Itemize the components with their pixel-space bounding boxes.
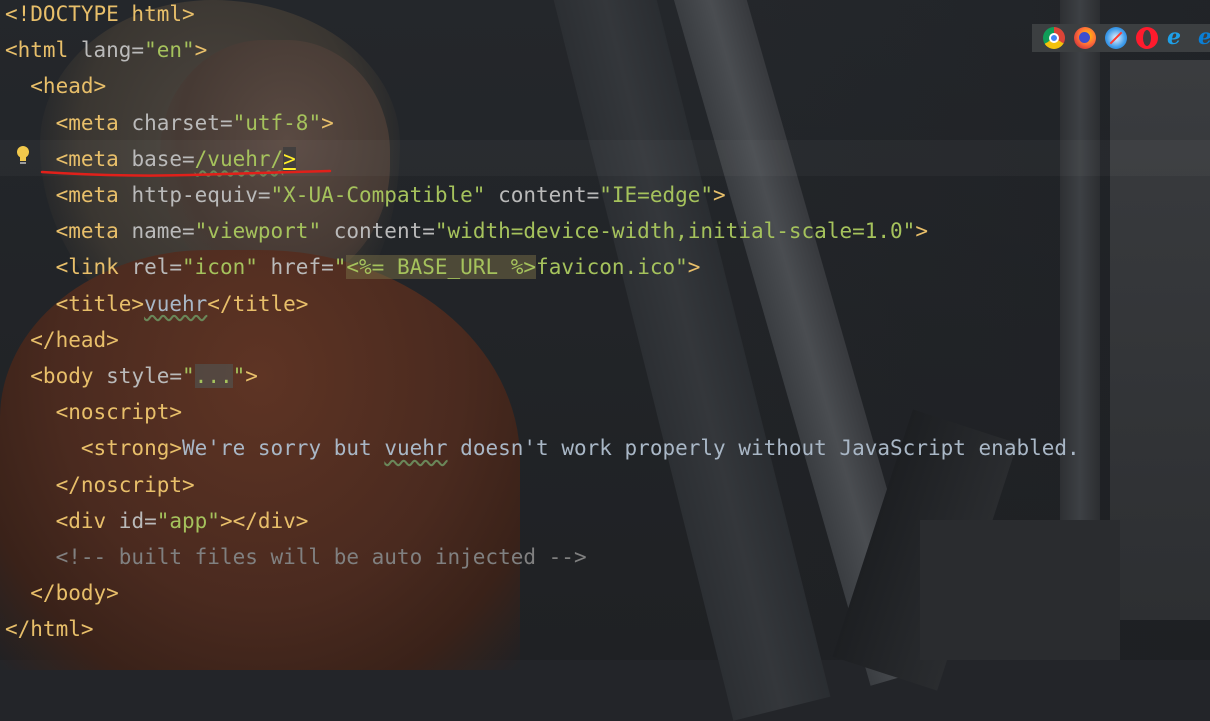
- opera-icon[interactable]: [1136, 27, 1158, 49]
- code-token: rel=: [131, 255, 183, 280]
- red-annotation-underline: [40, 169, 332, 177]
- code-token: ": [232, 364, 246, 388]
- code-token: </html>: [5, 617, 94, 642]
- ie-icon[interactable]: e: [1167, 24, 1189, 50]
- code-line[interactable]: <html lang="en">: [5, 32, 207, 68]
- code-token: "IE=edge": [599, 183, 714, 207]
- chrome-icon[interactable]: [1043, 27, 1065, 49]
- firefox-icon[interactable]: [1074, 27, 1096, 49]
- code-line[interactable]: <meta http-equiv="X-UA-Compatible" conte…: [5, 177, 726, 213]
- code-line[interactable]: <meta name="viewport" content="width=dev…: [5, 213, 928, 249]
- code-line[interactable]: </noscript>: [5, 467, 195, 503]
- code-token: id=: [118, 508, 157, 533]
- code-token: favicon.ico": [536, 255, 688, 280]
- code-line[interactable]: <strong>We're sorry but vuehr doesn't wo…: [5, 430, 1080, 466]
- code-token: vuehr: [144, 291, 208, 316]
- code-line[interactable]: <link rel="icon" href="<%= BASE_URL %>fa…: [5, 249, 700, 285]
- code-line[interactable]: <body style="...">: [5, 358, 258, 394]
- code-token: >: [915, 219, 928, 244]
- code-line[interactable]: <head>: [5, 68, 106, 104]
- code-token: doesn't work properly without JavaScript…: [447, 436, 1080, 461]
- code-line[interactable]: </html>: [5, 611, 94, 647]
- code-token: >: [713, 183, 726, 207]
- code-token: name=: [131, 219, 195, 244]
- browser-preview-bar: e e: [1032, 24, 1210, 52]
- code-token: "en": [144, 38, 195, 63]
- code-token: <%= BASE_URL %>: [346, 255, 537, 280]
- code-token: lang=: [80, 38, 145, 63]
- code-token: ": [182, 364, 195, 388]
- code-token: >: [321, 110, 334, 135]
- code-token: </title>: [207, 291, 309, 316]
- code-token: <!DOCTYPE html>: [5, 2, 195, 26]
- code-token: </noscript>: [5, 472, 195, 497]
- code-token: <noscript>: [5, 400, 183, 425]
- code-line[interactable]: <noscript>: [5, 394, 182, 430]
- code-token: "icon": [182, 255, 258, 280]
- code-token: style=: [106, 364, 183, 388]
- code-token: content=: [321, 219, 435, 244]
- code-editor[interactable]: <!DOCTYPE html> <html lang="en"> <head> <…: [0, 0, 1210, 660]
- code-line[interactable]: <div id="app"></div>: [5, 503, 309, 539]
- code-line[interactable]: </head>: [5, 322, 119, 358]
- code-token: </head>: [5, 327, 119, 352]
- code-token: <meta: [5, 110, 132, 135]
- code-line[interactable]: </body>: [5, 575, 119, 611]
- code-token: >: [245, 364, 258, 388]
- code-token: charset=: [131, 110, 233, 135]
- code-token: <meta: [5, 219, 132, 244]
- code-token: <div: [5, 508, 119, 533]
- code-token: http-equiv=: [131, 183, 271, 207]
- code-token: >: [687, 255, 701, 280]
- code-token: <strong>: [5, 436, 183, 461]
- safari-icon[interactable]: [1105, 27, 1127, 49]
- code-line[interactable]: <title>vuehr</title>: [5, 286, 309, 322]
- code-token: <head>: [5, 74, 107, 99]
- code-token: content=: [485, 183, 600, 207]
- code-token: "X-UA-Compatible": [270, 183, 486, 207]
- code-token: "width=device-width,initial-scale=1.0": [434, 219, 916, 244]
- code-token: ": [333, 255, 347, 280]
- code-token: "viewport": [194, 219, 322, 244]
- code-token: We're sorry but: [182, 436, 385, 461]
- code-token: "app": [156, 508, 220, 533]
- code-line[interactable]: <!DOCTYPE html>: [5, 0, 195, 32]
- code-line[interactable]: <!-- built files will be auto injected -…: [5, 539, 587, 575]
- code-token: <body: [5, 364, 107, 388]
- code-token: ></div>: [219, 508, 309, 533]
- code-token: <html: [5, 38, 81, 63]
- code-token: href=: [257, 255, 334, 280]
- code-token: <!-- built files will be auto injected -…: [5, 545, 587, 569]
- code-token: ...: [194, 364, 233, 388]
- edge-icon[interactable]: e: [1198, 24, 1210, 50]
- code-token: >: [194, 38, 208, 63]
- code-token: "utf-8": [232, 110, 322, 135]
- code-token: <meta: [5, 183, 132, 207]
- code-token: vuehr: [384, 436, 448, 461]
- code-token: </body>: [5, 581, 119, 606]
- code-token: <link: [5, 255, 132, 280]
- code-token: <title>: [5, 291, 145, 316]
- code-line[interactable]: <meta charset="utf-8">: [5, 105, 334, 141]
